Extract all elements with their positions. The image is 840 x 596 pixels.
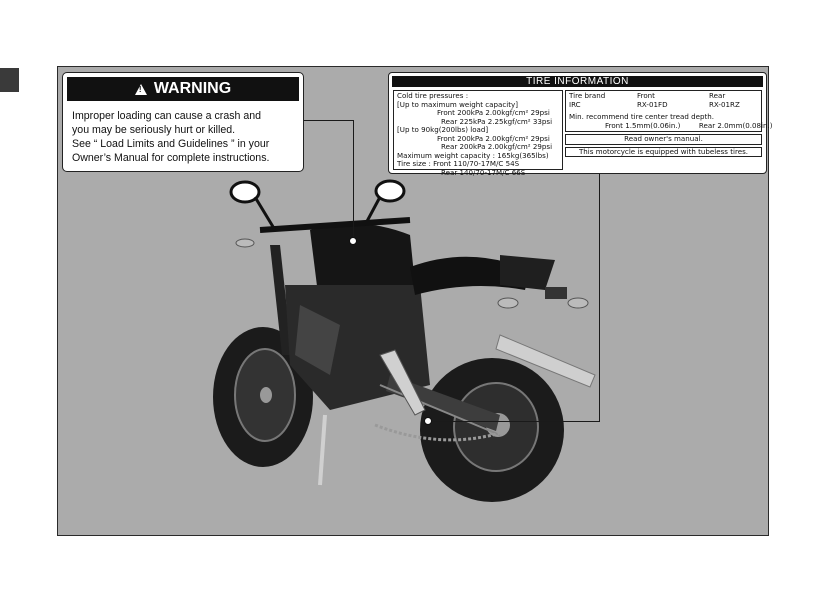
tubeless-note: This motorcycle is equipped with tubeles… xyxy=(565,146,762,157)
warning-header: WARNING xyxy=(67,77,299,101)
warning-leader-h xyxy=(304,120,354,121)
turn-signal-rear xyxy=(567,297,589,309)
tread-rear: Rear 2.0mm(0.08in.) xyxy=(698,120,773,130)
tire-leader-v xyxy=(599,174,600,421)
tail-section xyxy=(500,255,555,290)
brand-value: IRC xyxy=(569,99,581,109)
tread-row: Front 1.5mm(0.06in.) Rear 2.0mm(0.08in.) xyxy=(569,120,773,131)
warning-body: Improper loading can cause a crash and y… xyxy=(63,101,303,165)
tire-information-label: TIRE INFORMATION Cold tire pressures : [… xyxy=(388,72,773,176)
section-tab xyxy=(0,68,19,92)
tire-brand-box: Tire brand Front Rear IRC RX-01FD RX-01R… xyxy=(565,90,773,132)
tire-size-front: Front 110/70-17M/C 54S xyxy=(433,159,520,168)
warning-line: you may be seriously hurt or killed. xyxy=(72,124,236,136)
tire-pressure-box: Cold tire pressures : [Up to maximum wei… xyxy=(393,90,563,176)
tire-size-label: Tire size : xyxy=(397,159,431,168)
warning-label: WARNING Improper loading can cause a cra… xyxy=(62,72,304,172)
tire-size-rear: Rear 140/70-17M/C 66S xyxy=(441,167,526,177)
warning-line: Improper loading can cause a crash and xyxy=(72,110,262,122)
turn-signal-right xyxy=(497,297,519,309)
brand-value-row: IRC RX-01FD RX-01RZ xyxy=(569,99,758,110)
kickstand xyxy=(318,414,327,486)
warning-label-location xyxy=(349,237,357,245)
read-manual-note: Read owner's manual. xyxy=(565,134,762,145)
turn-signal-left xyxy=(235,238,255,248)
front-model: RX-01FD xyxy=(637,99,668,109)
warning-line: Owner’s Manual for complete instructions… xyxy=(72,152,270,164)
warning-line: See “ Load Limits and Guidelines ” in yo… xyxy=(72,138,270,150)
rear-model: RX-01RZ xyxy=(709,99,740,109)
warning-title: WARNING xyxy=(153,80,232,97)
warning-leader-v xyxy=(353,120,354,240)
tread-front: Front 1.5mm(0.06in.) xyxy=(605,120,681,130)
tire-label-location xyxy=(424,417,432,425)
tire-info-title: TIRE INFORMATION xyxy=(392,76,763,87)
tire-brand-section: Tire brand Front Rear IRC RX-01FD RX-01R… xyxy=(565,90,773,157)
motorcycle-illustration xyxy=(213,179,596,502)
tire-leader-h xyxy=(429,421,600,422)
warning-triangle-icon xyxy=(134,83,147,95)
